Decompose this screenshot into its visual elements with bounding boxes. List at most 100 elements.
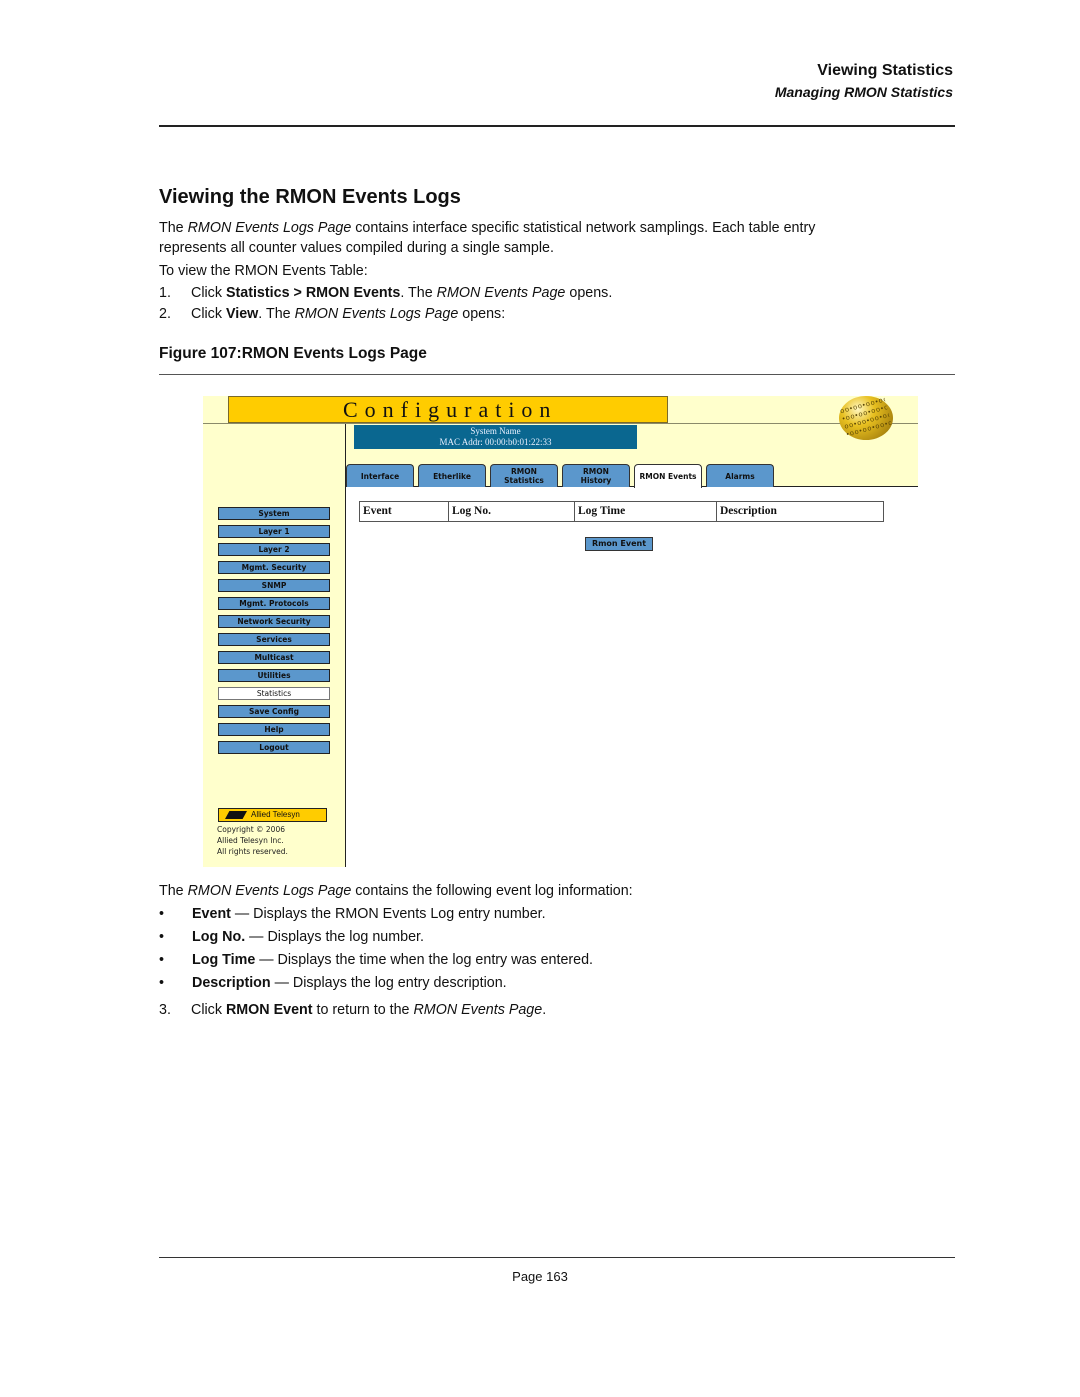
- tab-etherlike[interactable]: Etherlike: [418, 464, 486, 487]
- step-text: .: [542, 1002, 547, 1018]
- menu-layer-2[interactable]: Layer 2: [218, 543, 330, 556]
- configuration-screenshot: Configuration oo•oo•oo•oo •oo•oo•oo•o oo•o…: [203, 396, 918, 867]
- bullet-text: — Displays the log number.: [245, 929, 424, 945]
- menu-layer-1[interactable]: Layer 1: [218, 525, 330, 538]
- after-paragraph: The RMON Events Logs Page contains the f…: [159, 881, 633, 901]
- step-bold: View: [225, 306, 259, 322]
- tab-alarms[interactable]: Alarms: [706, 464, 774, 487]
- step-number: 2.: [159, 306, 171, 322]
- footer-divider: [159, 1257, 955, 1258]
- step-text: . The: [258, 306, 295, 322]
- system-name: System Name: [470, 426, 521, 436]
- logo-mark-icon: [225, 811, 247, 819]
- bullet-item: • Description — Displays the log entry de…: [159, 973, 507, 993]
- bullet-term: Log No.: [192, 929, 246, 945]
- after-emphasis: RMON Events Logs Page: [187, 883, 352, 899]
- bullet-text: — Displays the log entry description.: [270, 975, 507, 991]
- tab-label: Etherlike: [433, 471, 471, 481]
- step-text: Click: [191, 1002, 226, 1018]
- intro-text: The: [159, 220, 188, 236]
- header-divider: [159, 125, 955, 127]
- tab-label-line2: Statistics: [504, 476, 544, 485]
- copyright-line: Allied Telesyn Inc.: [217, 836, 284, 845]
- subsection-title: Managing RMON Statistics: [774, 84, 953, 100]
- copyright-line: Copyright © 2006: [217, 825, 286, 834]
- banner-title: Configuration: [343, 397, 558, 422]
- menu-logout[interactable]: Logout: [218, 741, 330, 754]
- tab-label-line1: RMON: [583, 467, 609, 476]
- bullet-icon: •: [159, 906, 165, 922]
- menu-mgmt-protocols[interactable]: Mgmt. Protocols: [218, 597, 330, 610]
- menu-multicast[interactable]: Multicast: [218, 651, 330, 664]
- bullet-item: • Event — Displays the RMON Events Log en…: [159, 904, 546, 924]
- menu-utilities[interactable]: Utilities: [218, 669, 330, 682]
- tab-label: Alarms: [725, 471, 755, 481]
- menu-network-security[interactable]: Network Security: [218, 615, 330, 628]
- tab-label: Interface: [360, 471, 400, 481]
- figure-caption: Figure 107:RMON Events Logs Page: [159, 345, 427, 362]
- step-text: to return to the: [312, 1002, 414, 1018]
- menu-save-config[interactable]: Save Config: [218, 705, 330, 718]
- after-text: The: [159, 883, 188, 899]
- step-2: 2. Click View. The RMON Events Logs Page …: [159, 304, 505, 324]
- bullet-item: • Log Time — Displays the time when the l…: [159, 950, 593, 970]
- menu-services[interactable]: Services: [218, 633, 330, 646]
- step-emphasis: RMON Events Page: [436, 285, 566, 301]
- bullet-icon: •: [159, 952, 165, 968]
- section-title: Viewing Statistics: [817, 62, 953, 79]
- rmon-event-button[interactable]: Rmon Event: [585, 537, 653, 551]
- column-header-log-no: Log No.: [449, 502, 575, 521]
- step-number: 1.: [159, 285, 171, 301]
- intro-text: contains interface specific statistical …: [351, 220, 816, 236]
- step-1: 1. Click Statistics > RMON Events. The RM…: [159, 283, 612, 303]
- bullet-term: Event: [192, 906, 231, 922]
- menu-help[interactable]: Help: [218, 723, 330, 736]
- tab-label: RMON History: [581, 467, 612, 485]
- tab-interface[interactable]: Interface: [346, 464, 414, 487]
- bullet-icon: •: [159, 975, 165, 991]
- bullet-term: Description: [192, 975, 271, 991]
- figure-divider: [159, 374, 955, 375]
- step-number: 3.: [159, 1002, 171, 1018]
- step-text: Click: [191, 306, 226, 322]
- step-bold: Statistics > RMON Events: [225, 285, 401, 301]
- instruction-lead: To view the RMON Events Table:: [159, 263, 368, 279]
- after-text: contains the following event log informa…: [351, 883, 633, 899]
- banner-divider: [203, 423, 918, 424]
- step-bold: RMON Event: [225, 1002, 313, 1018]
- column-header-log-time: Log Time: [575, 502, 717, 521]
- menu-mgmt-security[interactable]: Mgmt. Security: [218, 561, 330, 574]
- intro-paragraph: The RMON Events Logs Page contains inter…: [159, 218, 949, 258]
- step-text: opens.: [565, 285, 613, 301]
- tab-label: RMON Events: [639, 472, 697, 481]
- step-emphasis: RMON Events Page: [413, 1002, 543, 1018]
- tab-rmon-events[interactable]: RMON Events: [634, 464, 702, 488]
- menu-statistics[interactable]: Statistics: [218, 687, 330, 700]
- bullet-text: — Displays the time when the log entry w…: [255, 952, 594, 968]
- intro-text: represents all counter values compiled d…: [159, 240, 554, 256]
- tab-label: RMON Statistics: [504, 467, 544, 485]
- allied-telesyn-logo: Allied Telesyn: [218, 808, 327, 822]
- page-number: Page 163: [512, 1269, 568, 1284]
- intro-emphasis: RMON Events Logs Page: [187, 220, 352, 236]
- system-info-box: System Name MAC Addr: 00:00:b0:01:22:33: [354, 425, 637, 449]
- column-header-description: Description: [720, 505, 777, 517]
- copyright-notice: Copyright © 2006 Allied Telesyn Inc. All…: [217, 824, 288, 857]
- bullet-item: • Log No. — Displays the log number.: [159, 927, 424, 947]
- events-log-table-header: Event Log No. Log Time Description: [359, 501, 884, 522]
- menu-snmp[interactable]: SNMP: [218, 579, 330, 592]
- copyright-line: All rights reserved.: [217, 847, 288, 856]
- tab-rmon-statistics[interactable]: RMON Statistics: [490, 464, 558, 487]
- column-header-event: Event: [360, 502, 449, 521]
- bullet-icon: •: [159, 929, 165, 945]
- step-text: opens:: [458, 306, 506, 322]
- bullet-text: — Displays the RMON Events Log entry num…: [230, 906, 546, 922]
- tab-rmon-history[interactable]: RMON History: [562, 464, 630, 487]
- tab-label-line2: History: [580, 476, 612, 485]
- step-text: Click: [191, 285, 226, 301]
- logo-text: Allied Telesyn: [251, 810, 300, 819]
- step-3: 3. Click RMON Event to return to the RMON…: [159, 1000, 546, 1020]
- mac-address: MAC Addr: 00:00:b0:01:22:33: [439, 437, 552, 447]
- menu-system[interactable]: System: [218, 507, 330, 520]
- bullet-term: Log Time: [192, 952, 256, 968]
